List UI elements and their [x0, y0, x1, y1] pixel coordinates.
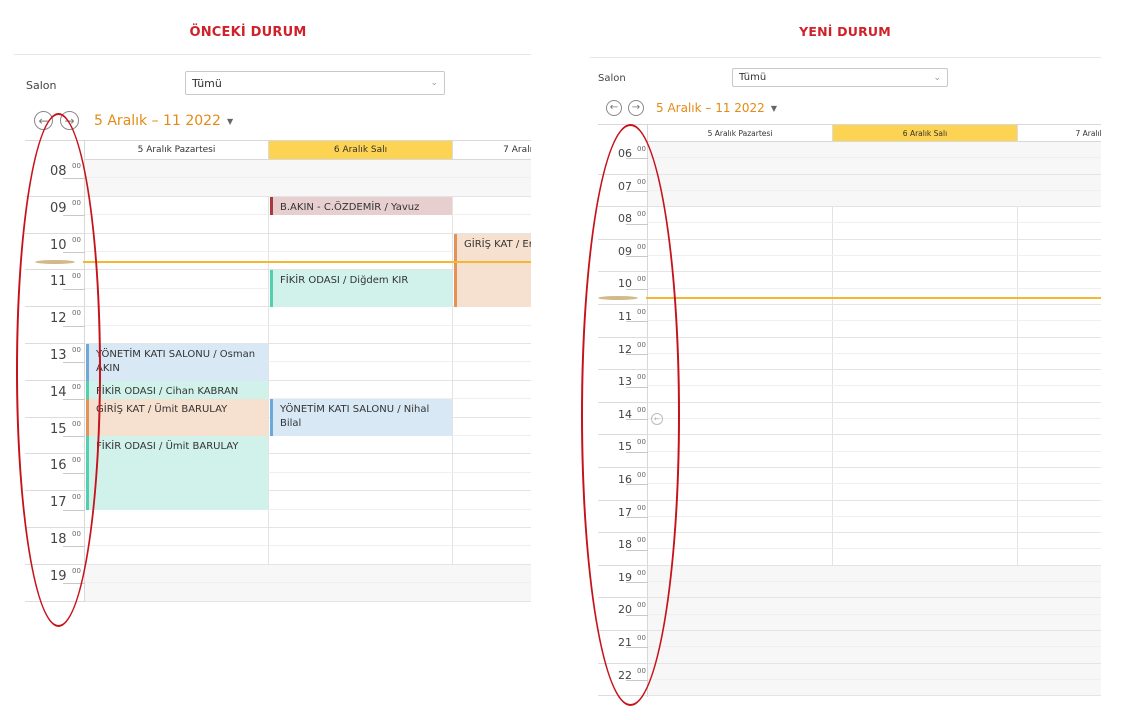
- calendar-event[interactable]: FİKİR ODASI / Diğdem KIR: [270, 270, 452, 308]
- next-week-button[interactable]: →: [628, 100, 644, 116]
- salon-label: Salon: [598, 73, 626, 84]
- caret-down-icon: ▼: [226, 116, 234, 126]
- hour-line: [648, 305, 1101, 338]
- divider: [590, 57, 1101, 58]
- arrow-right-circle-icon: →: [631, 102, 641, 113]
- event-color-bar: [270, 196, 273, 216]
- hour-line: [648, 468, 1101, 501]
- hour-line: [85, 565, 531, 602]
- event-title: B.AKIN - C.ÖZDEMİR / Yavuz Berker: [280, 201, 420, 213]
- calendar-event[interactable]: GİRİŞ KAT / Erdal: [454, 233, 531, 308]
- salon-label: Salon: [26, 79, 57, 92]
- salon-select[interactable]: Tümü ⌄: [185, 71, 445, 95]
- hour-line: [648, 403, 1101, 436]
- day-header[interactable]: 7 Aralık Çarşamba: [1018, 125, 1101, 142]
- hour-line: [648, 598, 1101, 631]
- hour-line: [85, 528, 531, 565]
- salon-select-value: Tümü: [739, 72, 767, 83]
- hour-line: [648, 435, 1101, 468]
- current-time-indicator: [83, 261, 531, 264]
- divider: [14, 54, 531, 55]
- hour-line: [648, 501, 1101, 534]
- calendar-event[interactable]: FİKİR ODASI / Cihan KABRAN: [86, 380, 268, 400]
- hour-line: [648, 338, 1101, 371]
- hour-line: [648, 631, 1101, 664]
- calendar-event[interactable]: FİKİR ODASI / Ümit BARULAY: [86, 436, 268, 510]
- hour-line: [648, 664, 1101, 697]
- annotation-ellipse: [581, 124, 680, 706]
- hour-line: [648, 207, 1101, 240]
- day-header[interactable]: 6 Aralık Salı: [833, 125, 1018, 142]
- new-state-heading: YENİ DURUM: [799, 24, 891, 39]
- event-title: YÖNETİM KATI SALONU / Osman AKIN: [96, 349, 256, 374]
- hour-line: [648, 272, 1101, 305]
- day-header[interactable]: 5 Aralık Pazartesi: [85, 141, 269, 160]
- calendar-event[interactable]: YÖNETİM KATI SALONU / Nihal Bilal: [270, 399, 452, 436]
- event-color-bar: [270, 270, 273, 308]
- date-range-picker[interactable]: 5 Aralık – 11 2022 ▼: [656, 101, 777, 115]
- event-title: FİKİR ODASI / Ümit BARULAY: [96, 441, 239, 452]
- date-range-picker[interactable]: 5 Aralık – 11 2022 ▼: [94, 113, 233, 129]
- hour-line: [648, 370, 1101, 403]
- annotation-ellipse: [16, 113, 101, 627]
- prev-week-button[interactable]: ←: [606, 100, 622, 116]
- calendar-event[interactable]: B.AKIN - C.ÖZDEMİR / Yavuz Berker: [270, 196, 452, 216]
- hour-line: [648, 533, 1101, 566]
- hour-line: [648, 175, 1101, 208]
- hour-line: [648, 142, 1101, 175]
- event-title: GİRİŞ KAT / Ümit BARULAY: [96, 404, 228, 416]
- hour-line: [85, 307, 531, 344]
- hour-line: [648, 240, 1101, 273]
- event-title: FİKİR ODASI / Cihan KABRAN: [96, 385, 239, 397]
- day-header[interactable]: 6 Aralık Salı: [269, 141, 453, 160]
- date-range-text: 5 Aralık – 11 2022: [94, 113, 221, 129]
- calendar-event[interactable]: GİRİŞ KAT / Ümit BARULAY: [86, 399, 268, 436]
- event-title: FİKİR ODASI / Diğdem KIR: [280, 275, 409, 287]
- hour-line: [648, 566, 1101, 599]
- day-header[interactable]: 5 Aralık Pazartesi: [648, 125, 833, 142]
- current-time-indicator: [646, 296, 1101, 299]
- chevron-down-icon: ⌄: [933, 72, 941, 83]
- arrow-left-circle-icon: ←: [609, 102, 619, 113]
- calendar-event[interactable]: YÖNETİM KATI SALONU / Osman AKIN: [86, 344, 268, 381]
- event-title: YÖNETİM KATI SALONU / Nihal Bilal: [280, 404, 430, 430]
- date-range-text: 5 Aralık – 11 2022: [656, 101, 765, 115]
- event-title: GİRİŞ KAT / Erdal: [464, 238, 531, 250]
- salon-select-value: Tümü: [192, 76, 222, 90]
- event-color-bar: [454, 233, 457, 308]
- caret-down-icon: ▼: [770, 104, 777, 113]
- chevron-down-icon: ⌄: [430, 78, 438, 88]
- salon-select[interactable]: Tümü ⌄: [732, 68, 948, 87]
- hour-line: [85, 160, 531, 197]
- event-color-bar: [270, 399, 273, 436]
- previous-state-heading: ÖNCEKİ DURUM: [189, 25, 307, 40]
- day-header[interactable]: 7 Aralık Çarşamba: [453, 141, 531, 160]
